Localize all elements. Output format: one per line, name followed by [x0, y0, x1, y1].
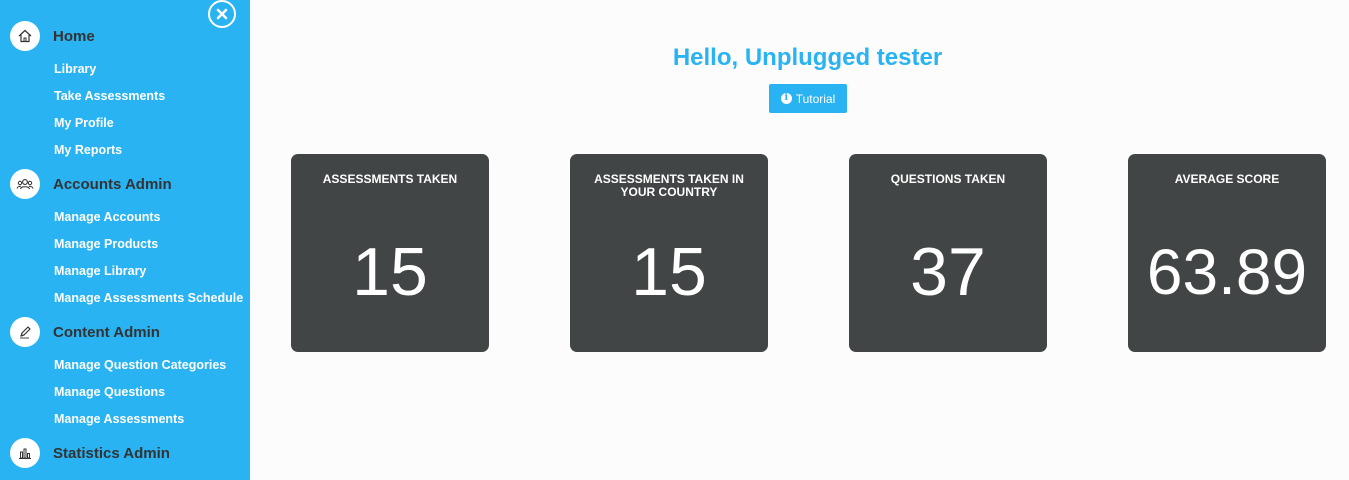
stat-card-value: 63.89	[1146, 236, 1308, 308]
stat-card-assessments-country: ASSESSMENTS TAKEN IN YOUR COUNTRY 15	[570, 154, 768, 352]
sidebar-section-home[interactable]: Home	[0, 20, 250, 52]
sidebar-section-content-admin[interactable]: Content Admin	[0, 316, 250, 348]
users-icon	[10, 169, 40, 199]
bar-chart-icon	[10, 438, 40, 468]
greeting-heading: Hello, Unplugged tester	[672, 44, 943, 71]
sidebar-section-label: Home	[53, 27, 95, 45]
stat-card-title: ASSESSMENTS TAKEN IN YOUR COUNTRY	[594, 172, 744, 199]
close-icon	[216, 8, 228, 20]
stat-card-title: QUESTIONS TAKEN	[890, 172, 1006, 186]
info-icon: i	[780, 93, 792, 104]
sidebar-item-manage-products[interactable]: Manage Products	[54, 237, 158, 251]
sidebar-item-manage-accounts[interactable]: Manage Accounts	[54, 210, 161, 224]
stat-card-value: 15	[631, 234, 707, 310]
stat-card-title: AVERAGE SCORE	[1174, 172, 1280, 186]
sidebar-item-manage-library[interactable]: Manage Library	[54, 264, 146, 278]
stat-card-average-score: AVERAGE SCORE 63.89	[1128, 154, 1326, 352]
sidebar-section-statistics-admin[interactable]: Statistics Admin	[0, 437, 250, 469]
stat-card-assessments-taken: ASSESSMENTS TAKEN 15	[291, 154, 489, 352]
sidebar-item-my-reports[interactable]: My Reports	[54, 143, 122, 157]
sidebar-section-label: Accounts Admin	[53, 175, 172, 193]
sidebar-item-manage-question-categories[interactable]: Manage Question Categories	[54, 358, 226, 372]
sidebar-item-manage-assessments-schedule[interactable]: Manage Assessments Schedule	[54, 291, 243, 305]
sidebar-section-label: Content Admin	[53, 323, 160, 341]
sidebar-item-manage-questions[interactable]: Manage Questions	[54, 385, 165, 399]
stat-card-value: 37	[910, 234, 986, 310]
tutorial-button-label: Tutorial	[795, 91, 836, 106]
sidebar-item-manage-assessments[interactable]: Manage Assessments	[54, 412, 184, 426]
sidebar-item-my-profile[interactable]: My Profile	[54, 116, 114, 130]
tutorial-button[interactable]: i Tutorial	[769, 84, 847, 113]
sidebar-section-accounts-admin[interactable]: Accounts Admin	[0, 168, 250, 200]
sidebar-item-take-assessments[interactable]: Take Assessments	[54, 89, 165, 103]
stat-card-value: 15	[352, 234, 428, 310]
sidebar: Home Library Take Assessments My Profile…	[0, 0, 250, 480]
stat-card-questions-taken: QUESTIONS TAKEN 37	[849, 154, 1047, 352]
sidebar-section-label: Statistics Admin	[53, 444, 170, 462]
pencil-icon	[10, 317, 40, 347]
home-icon	[10, 21, 40, 51]
stat-card-title: ASSESSMENTS TAKEN	[322, 172, 458, 186]
sidebar-item-library[interactable]: Library	[54, 62, 96, 76]
